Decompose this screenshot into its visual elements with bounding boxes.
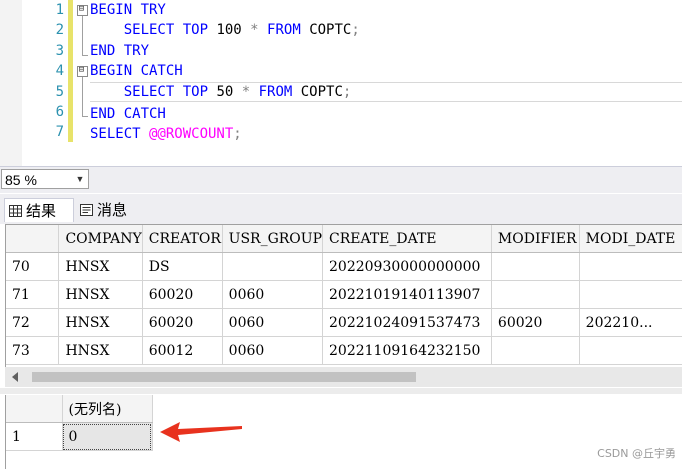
code-line: SELECT TOP 100 * FROM COPTC; — [123, 22, 360, 39]
message-icon — [80, 199, 93, 223]
code-line: SELECT @@ROWCOUNT; — [90, 126, 242, 143]
column-header[interactable]: MODI_DATE — [579, 225, 682, 253]
scroll-left-icon[interactable] — [12, 372, 18, 382]
column-header[interactable]: CREATOR — [142, 225, 223, 253]
cell[interactable]: 20221019140113907 — [322, 280, 492, 309]
cell[interactable]: 0060 — [222, 336, 324, 365]
table-row[interactable]: 72 HNSX 60020 0060 20221024091537473 600… — [6, 308, 682, 337]
red-arrow-annotation — [160, 422, 242, 442]
editor-margin — [0, 0, 22, 166]
row-header-corner — [6, 395, 63, 423]
zoom-bar: 85 % ▼ — [0, 166, 682, 193]
column-header[interactable]: COMPANY — [58, 225, 143, 253]
header-row: (无列名) — [6, 395, 153, 423]
cell[interactable] — [579, 280, 682, 309]
cell[interactable]: 60020 — [142, 308, 223, 337]
line-number: 6 — [55, 103, 64, 120]
change-tracking-bar — [68, 0, 73, 142]
cell[interactable]: HNSX — [58, 280, 143, 309]
code-line: BEGIN TRY — [90, 2, 166, 18]
column-header[interactable]: USR_GROUP — [222, 225, 324, 253]
column-header[interactable]: CREATE_DATE — [322, 225, 492, 253]
code-line: END TRY — [90, 42, 150, 59]
cell[interactable] — [579, 336, 682, 365]
outline-end-mark — [82, 55, 88, 56]
watermark: CSDN @丘宇勇 — [597, 447, 676, 460]
dropdown-arrow-icon[interactable]: ▼ — [72, 170, 88, 188]
row-number[interactable]: 71 — [6, 280, 60, 309]
row-number[interactable]: 70 — [6, 252, 60, 281]
results-table-2: (无列名) 1 0 — [6, 395, 153, 451]
table-row[interactable]: 71 HNSX 60020 0060 20221019140113907 — [6, 280, 682, 309]
horizontal-scrollbar[interactable] — [5, 367, 682, 387]
scroll-thumb[interactable] — [32, 372, 416, 382]
cell[interactable] — [222, 252, 324, 281]
result-tabs: 结果 消息 — [0, 194, 682, 224]
line-number: 5 — [55, 83, 64, 100]
line-number: 7 — [55, 124, 64, 141]
outline-margin: ⊟ ⊟ — [77, 0, 89, 166]
cell[interactable] — [491, 336, 580, 365]
results-grid-1[interactable]: COMPANY CREATOR USR_GROUP CREATE_DATE MO… — [5, 224, 682, 367]
code-area[interactable]: BEGIN TRY SELECT TOP 100 * FROM COPTC; E… — [90, 0, 682, 145]
outline-end-mark — [82, 116, 88, 117]
code-line: BEGIN CATCH — [90, 63, 183, 80]
line-number: 1 — [55, 2, 64, 18]
grid-icon — [9, 200, 22, 224]
grid-splitter[interactable] — [0, 388, 682, 394]
tab-results[interactable]: 结果 — [4, 198, 74, 222]
results-grid-2[interactable]: (无列名) 1 0 — [5, 395, 682, 469]
cell[interactable]: 0060 — [222, 308, 324, 337]
cell[interactable]: 20221024091537473 — [322, 308, 492, 337]
zoom-select[interactable]: 85 % ▼ — [1, 169, 89, 189]
selected-cell[interactable]: 0 — [62, 422, 153, 451]
cell[interactable] — [579, 252, 682, 281]
cell[interactable]: 20221109164232150 — [322, 336, 492, 365]
table-row[interactable]: 1 0 — [6, 422, 153, 451]
cell[interactable]: DS — [142, 252, 223, 281]
cell[interactable]: HNSX — [58, 308, 143, 337]
table-row[interactable]: 70 HNSX DS 20220930000000000 — [6, 252, 682, 281]
column-header[interactable]: (无列名) — [62, 395, 153, 423]
cell[interactable]: 202210... — [579, 308, 682, 337]
collapse-icon[interactable]: ⊟ — [77, 5, 88, 16]
collapse-icon[interactable]: ⊟ — [77, 66, 88, 77]
column-header[interactable]: MODIFIER — [491, 225, 580, 253]
tab-messages[interactable]: 消息 — [76, 198, 142, 222]
header-row: COMPANY CREATOR USR_GROUP CREATE_DATE MO… — [6, 225, 682, 253]
line-number: 3 — [55, 42, 64, 59]
row-number[interactable]: 1 — [6, 422, 63, 451]
line-number: 2 — [55, 22, 64, 39]
table-row[interactable]: 73 HNSX 60012 0060 20221109164232150 — [6, 336, 682, 365]
row-header-corner — [6, 225, 60, 253]
cell[interactable]: 0060 — [222, 280, 324, 309]
cell[interactable]: HNSX — [58, 336, 143, 365]
zoom-value: 85 % — [5, 172, 37, 188]
outline-line — [82, 16, 83, 56]
code-line-current: SELECT TOP 50 * FROM COPTC; — [90, 81, 682, 102]
cell[interactable] — [491, 280, 580, 309]
results-table-1: COMPANY CREATOR USR_GROUP CREATE_DATE MO… — [6, 225, 682, 365]
line-number: 4 — [55, 63, 64, 80]
line-number-gutter: 1 2 3 4 5 6 7 — [22, 0, 68, 143]
outline-line — [82, 77, 83, 117]
code-line: END CATCH — [90, 105, 166, 122]
cell[interactable]: 60020 — [491, 308, 580, 337]
cell[interactable]: HNSX — [58, 252, 143, 281]
tab-results-label: 结果 — [26, 202, 57, 220]
row-number[interactable]: 72 — [6, 308, 60, 337]
cell[interactable]: 60020 — [142, 280, 223, 309]
cell[interactable]: 20220930000000000 — [322, 252, 492, 281]
cell[interactable] — [491, 252, 580, 281]
tab-messages-label: 消息 — [97, 201, 128, 219]
sql-editor[interactable]: 1 2 3 4 5 6 7 ⊟ ⊟ BEGIN TRY SELECT TOP 1… — [0, 0, 682, 166]
row-number[interactable]: 73 — [6, 336, 60, 365]
cell[interactable]: 60012 — [142, 336, 223, 365]
